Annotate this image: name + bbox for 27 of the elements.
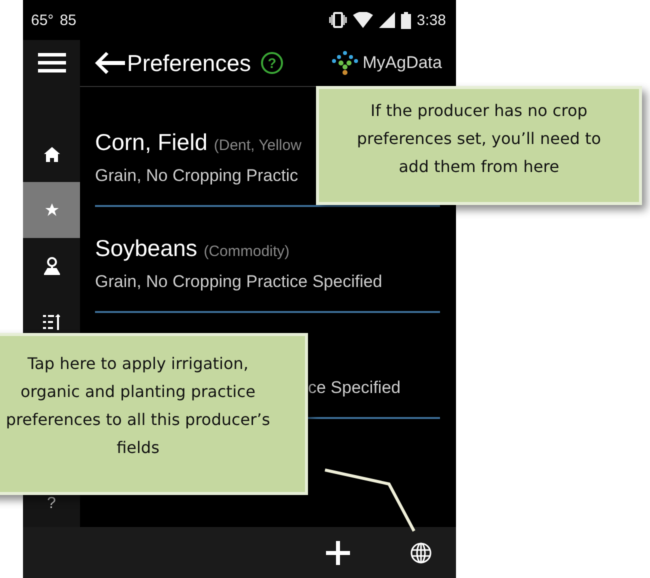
globe-button[interactable] xyxy=(410,542,432,564)
crop-practice: ce Specified xyxy=(308,377,401,399)
help-mark[interactable]: ? xyxy=(47,495,56,513)
wifi-icon xyxy=(352,12,373,28)
callout-tooltip: If the producer has no crop preferences set, you’ll need to add them from here xyxy=(316,86,642,205)
signal-icon xyxy=(378,12,395,28)
home-icon xyxy=(44,146,60,162)
crop-title[interactable]: Soybeans (Commodity) xyxy=(95,233,290,263)
crop-practice: Grain, No Cropping Practic xyxy=(95,165,298,187)
crop-practice: Grain, No Cropping Practice Specified xyxy=(95,271,382,293)
sort-list-icon xyxy=(43,314,60,330)
map-pin-icon xyxy=(44,257,60,275)
vibrate-icon xyxy=(328,12,347,28)
logo-text: MyAgData xyxy=(362,53,442,73)
menu-icon[interactable] xyxy=(38,53,66,73)
add-button[interactable] xyxy=(326,540,350,564)
status-reading: 85 xyxy=(60,12,76,28)
page-title: Preferences xyxy=(127,50,252,76)
help-button[interactable]: ? xyxy=(261,52,284,74)
back-arrow-icon[interactable] xyxy=(95,52,125,74)
battery-icon xyxy=(400,12,411,28)
callout-tooltip: Tap here to apply irrigation, organic and planting practice preferences to all this producer’s fields xyxy=(0,333,308,495)
temperature: 65° xyxy=(31,12,54,28)
clock: 3:38 xyxy=(416,12,446,28)
crop-title[interactable]: Corn, Field (Dent, Yellow xyxy=(95,127,302,157)
logo-icon xyxy=(332,51,358,75)
star-icon xyxy=(44,202,60,218)
